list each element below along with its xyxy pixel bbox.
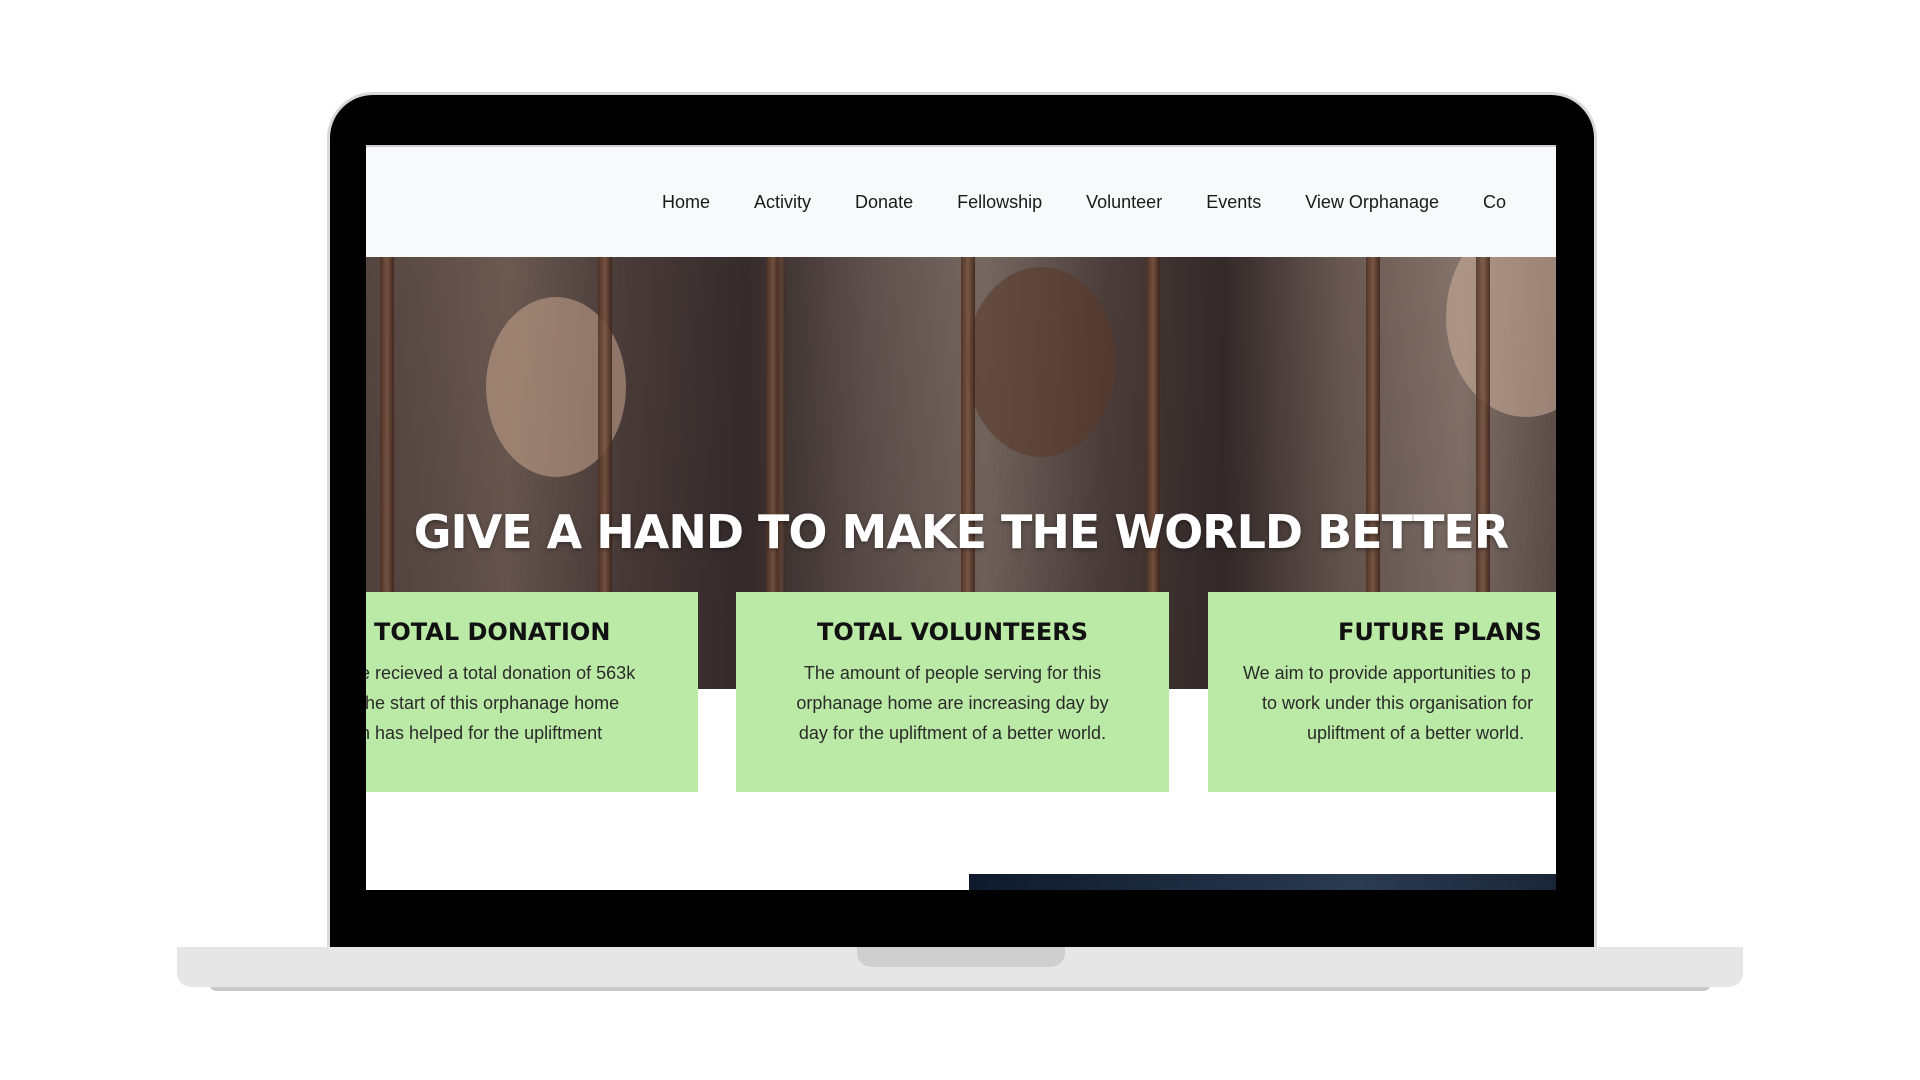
nav-item-events[interactable]: Events <box>1206 192 1261 213</box>
card-text-line: to work under this organisation for <box>1262 693 1534 713</box>
card-total-donation: TOTAL DONATION e recieved a total donati… <box>366 592 698 792</box>
card-text-line: The amount of people serving for this <box>803 663 1102 683</box>
navbar: Home Activity Donate Fellowship Voluntee… <box>366 147 1556 257</box>
card-text-line: upliftment of a better world. <box>1307 723 1525 743</box>
hero-image-child-right <box>1446 257 1556 417</box>
card-text-line: h has helped for the upliftment <box>366 723 603 743</box>
card-title: FUTURE PLANS <box>1338 618 1542 646</box>
section-image-preview <box>969 874 1556 890</box>
card-description: We aim to provide apportunities to p to … <box>1243 658 1533 748</box>
nav-item-fellowship[interactable]: Fellowship <box>957 192 1042 213</box>
card-title: TOTAL DONATION <box>374 618 611 646</box>
nav-item-home[interactable]: Home <box>662 192 710 213</box>
card-title: TOTAL VOLUNTEERS <box>817 618 1088 646</box>
card-description: e recieved a total donation of 563k the … <box>366 658 635 748</box>
nav-item-volunteer[interactable]: Volunteer <box>1086 192 1162 213</box>
card-total-volunteers: TOTAL VOLUNTEERS The amount of people se… <box>736 592 1169 792</box>
nav-list: Home Activity Donate Fellowship Voluntee… <box>662 147 1550 257</box>
nav-item-view-orphanage[interactable]: View Orphanage <box>1305 192 1439 213</box>
nav-item-contact[interactable]: Co <box>1483 192 1506 213</box>
hero-image-child-center <box>966 267 1116 457</box>
browser-screen: Home Activity Donate Fellowship Voluntee… <box>366 145 1556 890</box>
card-text-line: e recieved a total donation of 563k <box>366 663 636 683</box>
card-text-line: We aim to provide apportunities to p <box>1243 663 1531 683</box>
card-text-line: the start of this orphanage home <box>366 693 620 713</box>
card-text-line: orphanage home are increasing day by <box>796 693 1109 713</box>
hero-title: GIVE A HAND TO MAKE THE WORLD BETTER <box>413 505 1510 559</box>
card-text-line: day for the upliftment of a better world… <box>798 723 1107 743</box>
card-future-plans: FUTURE PLANS We aim to provide apportuni… <box>1208 592 1556 792</box>
card-description: The amount of people serving for this or… <box>736 658 1169 748</box>
nav-item-donate[interactable]: Donate <box>855 192 913 213</box>
laptop-notch <box>857 947 1065 967</box>
nav-item-activity[interactable]: Activity <box>754 192 811 213</box>
